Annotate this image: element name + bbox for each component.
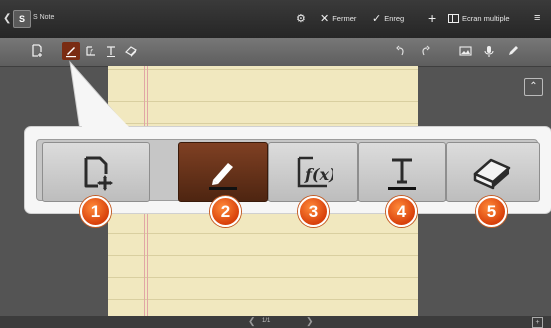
text-icon [107, 46, 115, 57]
callout-number-3: 3 [298, 196, 329, 227]
eraser-mode-button[interactable] [122, 42, 140, 60]
eraser-icon [473, 158, 511, 190]
selection-mode-icon [84, 156, 113, 191]
enlarged-selection-mode-button[interactable] [42, 142, 150, 202]
multi-window-icon [448, 13, 459, 23]
voice-record-button[interactable] [480, 42, 498, 60]
pencil-icon [508, 46, 518, 55]
close-label: Fermer [332, 13, 357, 23]
next-page-icon[interactable]: ❯ [306, 316, 314, 327]
editing-toolbar: f [0, 38, 551, 67]
pen-icon [209, 163, 237, 190]
callout-number-1: 1 [80, 196, 111, 227]
callout-number-4: 4 [386, 196, 417, 227]
selection-mode-icon [32, 44, 42, 57]
menu-button[interactable]: ≡ [534, 11, 540, 25]
settings-gear-icon: ⚙ [296, 12, 306, 25]
app-icon[interactable]: S [13, 10, 31, 28]
formula-mode-button[interactable]: f [82, 42, 100, 60]
microphone-icon [484, 46, 494, 57]
undo-icon [396, 45, 404, 56]
image-icon [458, 46, 472, 56]
multi-window-label: Ecran multiple [462, 13, 510, 23]
action-bar: ❮ S S Note ⚙ ✕ Fermer ✓ Enreg + Ecran mu… [0, 0, 551, 38]
menu-icon: ≡ [534, 12, 541, 24]
svg-text:f(x): f(x) [304, 165, 333, 184]
enlarged-eraser-mode-button[interactable] [446, 142, 540, 202]
close-button[interactable]: ✕ Fermer [320, 11, 356, 25]
save-label: Enreg [384, 13, 405, 23]
callout-number-2: 2 [210, 196, 241, 227]
enlarged-formula-mode-button[interactable]: f(x) [268, 142, 358, 202]
redo-button[interactable] [416, 42, 434, 60]
formula-icon: f [86, 46, 95, 56]
app-title: S Note [33, 14, 55, 21]
add-button[interactable]: + [428, 10, 437, 26]
double-chevron-up-icon: ⌃ [529, 81, 538, 92]
collapse-toolbar-button[interactable]: ⌃ [524, 78, 543, 96]
enlarged-pen-mode-button[interactable] [178, 142, 268, 202]
close-icon: ✕ [320, 12, 330, 25]
add-page-icon[interactable]: + [532, 317, 543, 328]
settings-button[interactable]: ⚙ [296, 11, 306, 25]
text-mode-button[interactable] [102, 42, 120, 60]
pen-mode-button[interactable] [62, 42, 80, 60]
pen-settings-button[interactable] [504, 42, 522, 60]
text-icon [388, 158, 416, 190]
redo-icon [422, 45, 430, 56]
eraser-icon [125, 46, 137, 57]
callout-number-5: 5 [476, 196, 507, 227]
pen-icon [66, 47, 76, 58]
page-navigation-bar: ❮ 1/1 ❯ + [0, 316, 551, 328]
formula-icon: f(x) [297, 156, 333, 188]
insert-image-button[interactable] [456, 42, 474, 60]
save-button[interactable]: ✓ Enreg [372, 11, 404, 25]
plus-icon: + [428, 10, 437, 26]
previous-page-icon[interactable]: ❮ [248, 316, 256, 327]
selection-mode-button[interactable] [28, 42, 46, 60]
back-chevron-icon[interactable]: ❮ [3, 13, 11, 24]
check-icon: ✓ [372, 12, 382, 25]
undo-button[interactable] [392, 42, 410, 60]
multi-window-button[interactable]: Ecran multiple [448, 11, 510, 25]
enlarged-text-mode-button[interactable] [358, 142, 446, 202]
page-indicator: 1/1 [262, 318, 271, 324]
